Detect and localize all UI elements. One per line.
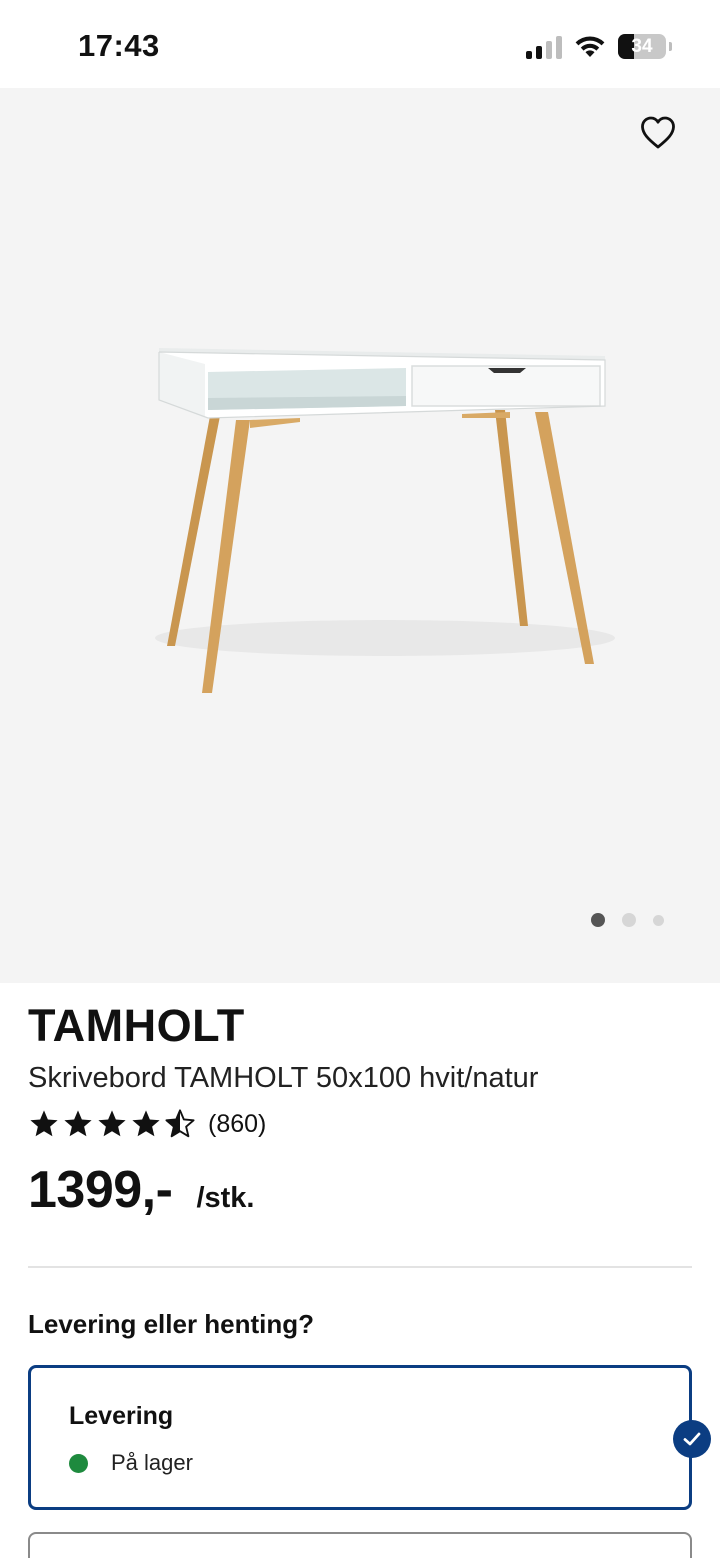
delivery-option-card[interactable]: Levering På lager: [28, 1365, 692, 1510]
rating-count: (860): [208, 1109, 267, 1138]
product-price: 1399,-: [28, 1161, 173, 1219]
status-bar: 17:43 34: [0, 0, 720, 88]
wifi-icon: [575, 35, 605, 57]
product-photo: [155, 348, 615, 693]
status-icons: 34: [526, 34, 672, 59]
star-full-icon: [98, 1110, 126, 1137]
delivery-option-title: Levering: [69, 1402, 174, 1430]
rating-stars: [28, 1108, 196, 1140]
product-brand: TAMHOLT: [28, 1000, 245, 1051]
divider: [28, 1266, 692, 1268]
in-stock-indicator-icon: [69, 1453, 88, 1473]
heart-outline-icon: [641, 116, 675, 149]
status-time: 17:43: [78, 28, 160, 63]
pickup-option-card[interactable]: [28, 1532, 692, 1558]
stock-status: På lager: [69, 1450, 193, 1476]
product-image-carousel[interactable]: [0, 88, 720, 983]
cellular-signal-icon: [526, 35, 562, 59]
battery-level: 34: [631, 36, 653, 57]
battery-tip: [669, 42, 672, 51]
favorite-button[interactable]: [640, 116, 676, 150]
selected-check-icon: [673, 1420, 711, 1458]
stock-status-label: På lager: [111, 1450, 193, 1475]
battery-icon: 34: [618, 34, 666, 59]
price-row: 1399,- /stk.: [28, 1160, 254, 1220]
star-full-icon: [132, 1110, 160, 1137]
star-half-icon: [165, 1109, 195, 1138]
delivery-heading: Levering eller henting?: [28, 1309, 315, 1339]
star-full-icon: [64, 1110, 92, 1137]
product-name: Skrivebord TAMHOLT 50x100 hvit/natur: [28, 1062, 539, 1094]
carousel-indicator[interactable]: [591, 913, 664, 927]
carousel-dot[interactable]: [591, 913, 605, 927]
product-rating[interactable]: (860): [28, 1108, 266, 1140]
carousel-dot[interactable]: [653, 914, 664, 926]
price-unit: /stk.: [196, 1182, 255, 1214]
carousel-dot[interactable]: [622, 913, 636, 927]
star-full-icon: [30, 1110, 58, 1137]
